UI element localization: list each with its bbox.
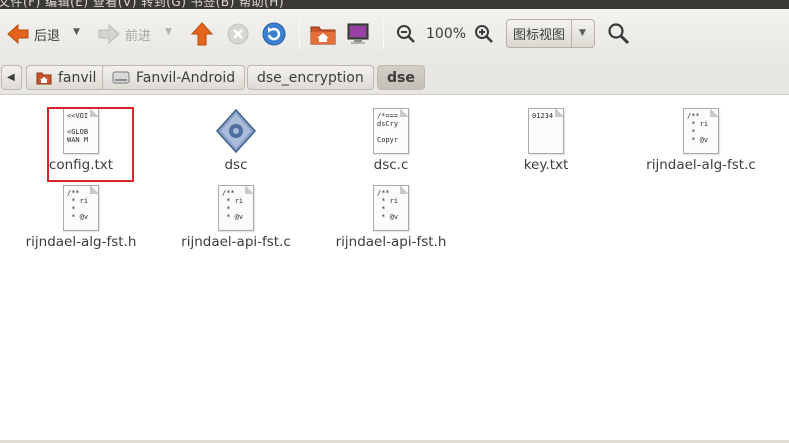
file-name: dsc.c bbox=[373, 157, 409, 173]
file-name: key.txt bbox=[523, 157, 569, 173]
forward-button[interactable]: 前进 bbox=[97, 22, 151, 46]
c-source-file-icon: /** * ri * * @v bbox=[218, 185, 254, 231]
zoom-out-button[interactable] bbox=[396, 24, 416, 44]
file-name: rijndael-alg-fst.h bbox=[25, 234, 137, 250]
file-preview: 01234 bbox=[532, 112, 554, 120]
breadcrumb-label: dse bbox=[387, 69, 415, 86]
stop-icon bbox=[227, 23, 249, 45]
file-name: rijndael-alg-fst.c bbox=[646, 157, 756, 173]
menubar: 文件(F) 编辑(E) 查看(V) 转到(G) 书签(B) 帮助(H) bbox=[0, 0, 789, 9]
drive-icon bbox=[112, 71, 130, 84]
file-preview: /** * ri * * @v bbox=[687, 112, 709, 144]
reload-button[interactable] bbox=[262, 22, 286, 46]
chevron-left-icon: ◀ bbox=[7, 72, 15, 83]
zoom-in-button[interactable] bbox=[474, 24, 494, 44]
folder-home-icon bbox=[310, 26, 336, 45]
up-button[interactable] bbox=[190, 21, 214, 47]
up-arrow-icon bbox=[190, 22, 214, 46]
file-preview: /*=== dsCry Copyr bbox=[377, 112, 399, 144]
file-item[interactable]: /** * ri * * @v rijndael-alg-fst.c bbox=[626, 108, 776, 173]
file-item[interactable]: /** * ri * * @v rijndael-api-fst.h bbox=[316, 185, 466, 250]
zoom-in-icon bbox=[475, 25, 493, 43]
file-item[interactable]: /*=== dsCry Copyr dsc.c bbox=[316, 108, 466, 173]
stop-button[interactable] bbox=[227, 23, 249, 45]
c-header-file-icon: /** * ri * * @v bbox=[373, 185, 409, 231]
select-divider bbox=[571, 20, 572, 47]
toolbar-separator bbox=[383, 19, 384, 49]
view-mode-value: 图标视图 bbox=[513, 28, 566, 43]
forward-history-dropdown[interactable]: ▼ bbox=[165, 27, 172, 37]
back-button[interactable]: 后退 bbox=[6, 22, 60, 46]
c-header-file-icon: /** * ri * * @v bbox=[63, 185, 99, 231]
breadcrumb-label: dse_encryption bbox=[257, 69, 364, 86]
forward-arrow-icon bbox=[98, 23, 120, 45]
executable-icon bbox=[215, 108, 257, 154]
breadcrumb-fanvil-android[interactable]: Fanvil-Android bbox=[102, 65, 246, 90]
breadcrumb-label: Fanvil-Android bbox=[136, 69, 236, 86]
zoom-level-text: 100% bbox=[426, 26, 467, 42]
file-preview: /** * ri * * @v bbox=[377, 189, 399, 221]
chevron-down-icon: ▼ bbox=[73, 27, 80, 37]
toolbar: 后退 ▼ 前进 ▼ 100% 图标视图 ▼ bbox=[0, 9, 789, 61]
file-item[interactable]: dsc bbox=[161, 108, 311, 173]
reload-icon bbox=[262, 22, 286, 46]
chevron-down-icon: ▼ bbox=[165, 27, 172, 37]
breadcrumb-dse-encryption[interactable]: dse_encryption bbox=[247, 65, 374, 90]
computer-icon bbox=[347, 23, 369, 44]
search-icon bbox=[608, 23, 630, 45]
file-preview: /** * ri * * @v bbox=[67, 189, 89, 221]
search-button[interactable] bbox=[607, 22, 631, 46]
path-scroll-left-button[interactable]: ◀ bbox=[1, 65, 22, 90]
text-file-icon: 01234 bbox=[528, 108, 564, 154]
home-folder-button[interactable] bbox=[310, 22, 336, 46]
menubar-text: 文件(F) 编辑(E) 查看(V) 转到(G) 书签(B) 帮助(H) bbox=[0, 0, 285, 9]
back-label: 后退 bbox=[34, 28, 61, 44]
c-source-file-icon: /** * ri * * @v bbox=[683, 108, 719, 154]
file-item[interactable]: /** * ri * * @v rijndael-api-fst.c bbox=[161, 185, 311, 250]
breadcrumb-dse[interactable]: dse bbox=[377, 65, 425, 90]
file-name: rijndael-api-fst.h bbox=[335, 234, 447, 250]
file-name: dsc bbox=[224, 157, 248, 173]
back-arrow-icon bbox=[7, 23, 29, 45]
breadcrumb-label: fanvil bbox=[58, 69, 97, 86]
file-preview: /** * ri * * @v bbox=[222, 189, 244, 221]
zoom-level[interactable]: 100% bbox=[426, 26, 466, 42]
toolbar-separator bbox=[299, 19, 300, 49]
view-mode-select[interactable]: 图标视图 ▼ bbox=[506, 19, 595, 48]
file-item[interactable]: /** * ri * * @v rijndael-alg-fst.h bbox=[6, 185, 156, 250]
location-bar: ◀ fanvil Fanvil-Android dse_encryption d… bbox=[0, 61, 789, 95]
file-name: rijndael-api-fst.c bbox=[181, 234, 291, 250]
back-history-dropdown[interactable]: ▼ bbox=[73, 27, 80, 37]
chevron-down-icon: ▼ bbox=[579, 28, 586, 38]
forward-label: 前进 bbox=[125, 28, 152, 44]
file-item[interactable]: 01234 key.txt bbox=[471, 108, 621, 173]
c-source-file-icon: /*=== dsCry Copyr bbox=[373, 108, 409, 154]
computer-button[interactable] bbox=[346, 22, 370, 46]
zoom-out-icon bbox=[397, 25, 415, 43]
breadcrumb-fanvil[interactable]: fanvil bbox=[26, 65, 107, 90]
folder-home-icon bbox=[36, 72, 52, 85]
selection-highlight bbox=[47, 107, 134, 182]
